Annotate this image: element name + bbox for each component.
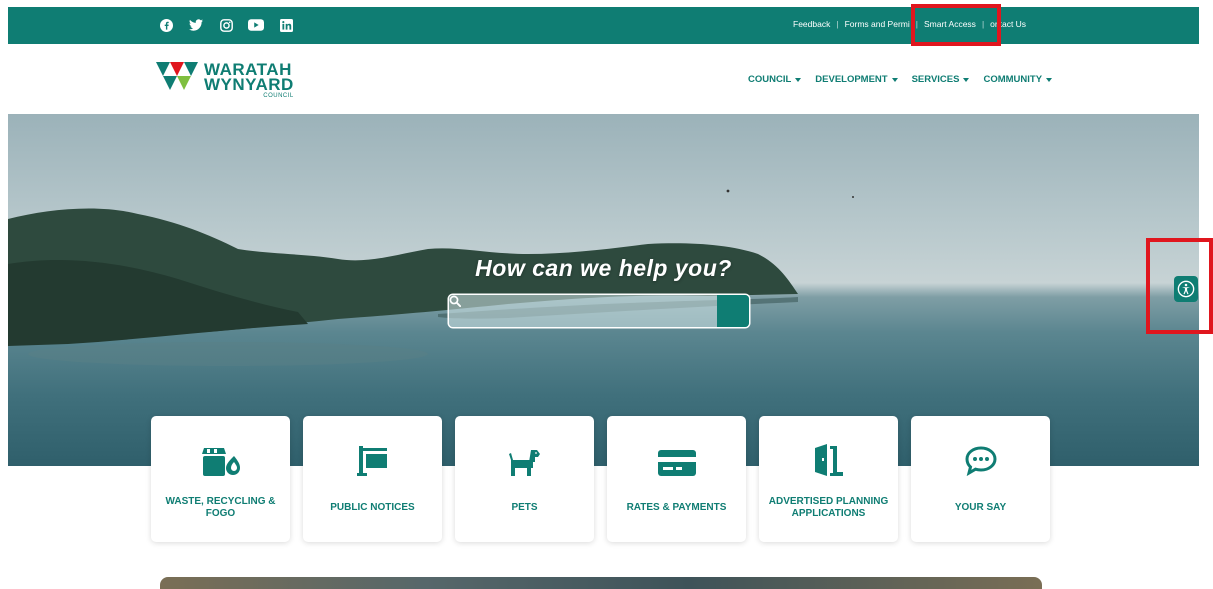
logo-text: WARATAH WYNYARD COUNCIL [204, 61, 294, 100]
tile-public-notices[interactable]: PUBLIC NOTICES [303, 416, 442, 542]
highlight-smart-access [911, 4, 1001, 46]
logo-line2: WYNYARD [204, 75, 294, 94]
hero-banner: How can we help you? [8, 114, 1199, 466]
caret-down-icon [1046, 77, 1053, 82]
forms-permits-link[interactable]: Forms and Permi [845, 19, 910, 29]
search-input[interactable] [449, 295, 717, 327]
tile-planning-applications[interactable]: ADVERTISED PLANNING APPLICATIONS [759, 416, 898, 542]
tile-label: WASTE, RECYCLING & FOGO [165, 496, 276, 519]
nav-community[interactable]: COMMUNITY [983, 74, 1053, 85]
tile-pets[interactable]: PETS [455, 416, 594, 542]
tile-rates-payments[interactable]: RATES & PAYMENTS [607, 416, 746, 542]
council-logo[interactable]: WARATAH WYNYARD COUNCIL [156, 61, 294, 100]
logo-mark-icon [156, 62, 198, 90]
highlight-accessibility [1146, 238, 1213, 334]
tile-label: ADVERTISED PLANNING APPLICATIONS [768, 496, 889, 519]
search-icon [449, 295, 461, 307]
tile-waste[interactable]: WASTE, RECYCLING & FOGO [151, 416, 290, 542]
tile-label: PETS [511, 502, 538, 513]
notice-sign-icon [356, 416, 389, 476]
nav-development[interactable]: DEVELOPMENT [815, 74, 898, 85]
instagram-icon[interactable] [218, 17, 234, 33]
nav-label: DEVELOPMENT [815, 74, 888, 85]
quick-links: WASTE, RECYCLING & FOGO PUBLIC NOTICES P… [151, 416, 1050, 542]
search-button[interactable] [449, 295, 749, 327]
twitter-icon[interactable] [188, 17, 204, 33]
social-links [158, 17, 294, 33]
tile-label: YOUR SAY [954, 502, 1007, 513]
facebook-icon[interactable] [158, 17, 174, 33]
speech-bubble-icon [964, 416, 997, 476]
dog-icon [508, 416, 541, 476]
top-utility-bar: Feedback | Forms and Permi | Smart Acces… [8, 7, 1199, 44]
feature-banner-top [160, 577, 1042, 589]
tile-label: RATES & PAYMENTS [626, 502, 727, 513]
tile-label: PUBLIC NOTICES [330, 502, 415, 513]
nav-label: SERVICES [911, 74, 960, 85]
nav-label: COUNCIL [748, 74, 792, 85]
site-search [449, 295, 749, 327]
tile-your-say[interactable]: YOUR SAY [911, 416, 1050, 542]
nav-services[interactable]: SERVICES [912, 74, 970, 85]
door-icon [813, 416, 845, 476]
site-header: WARATAH WYNYARD COUNCIL COUNCIL DEVELOPM… [8, 44, 1199, 114]
credit-card-icon [657, 416, 696, 476]
main-nav: COUNCIL DEVELOPMENT SERVICES COMMUNITY [748, 74, 1053, 85]
divider: | [836, 19, 839, 29]
feedback-link[interactable]: Feedback [793, 19, 830, 29]
hero-title: How can we help you? [475, 255, 732, 281]
nav-council[interactable]: COUNCIL [748, 74, 802, 85]
caret-down-icon [795, 77, 802, 82]
nav-label: COMMUNITY [983, 74, 1043, 85]
youtube-icon[interactable] [248, 17, 264, 33]
waste-icon [200, 416, 242, 476]
caret-down-icon [963, 77, 970, 82]
linkedin-icon[interactable] [278, 17, 294, 33]
hero-landscape [8, 189, 854, 366]
caret-down-icon [891, 77, 898, 82]
